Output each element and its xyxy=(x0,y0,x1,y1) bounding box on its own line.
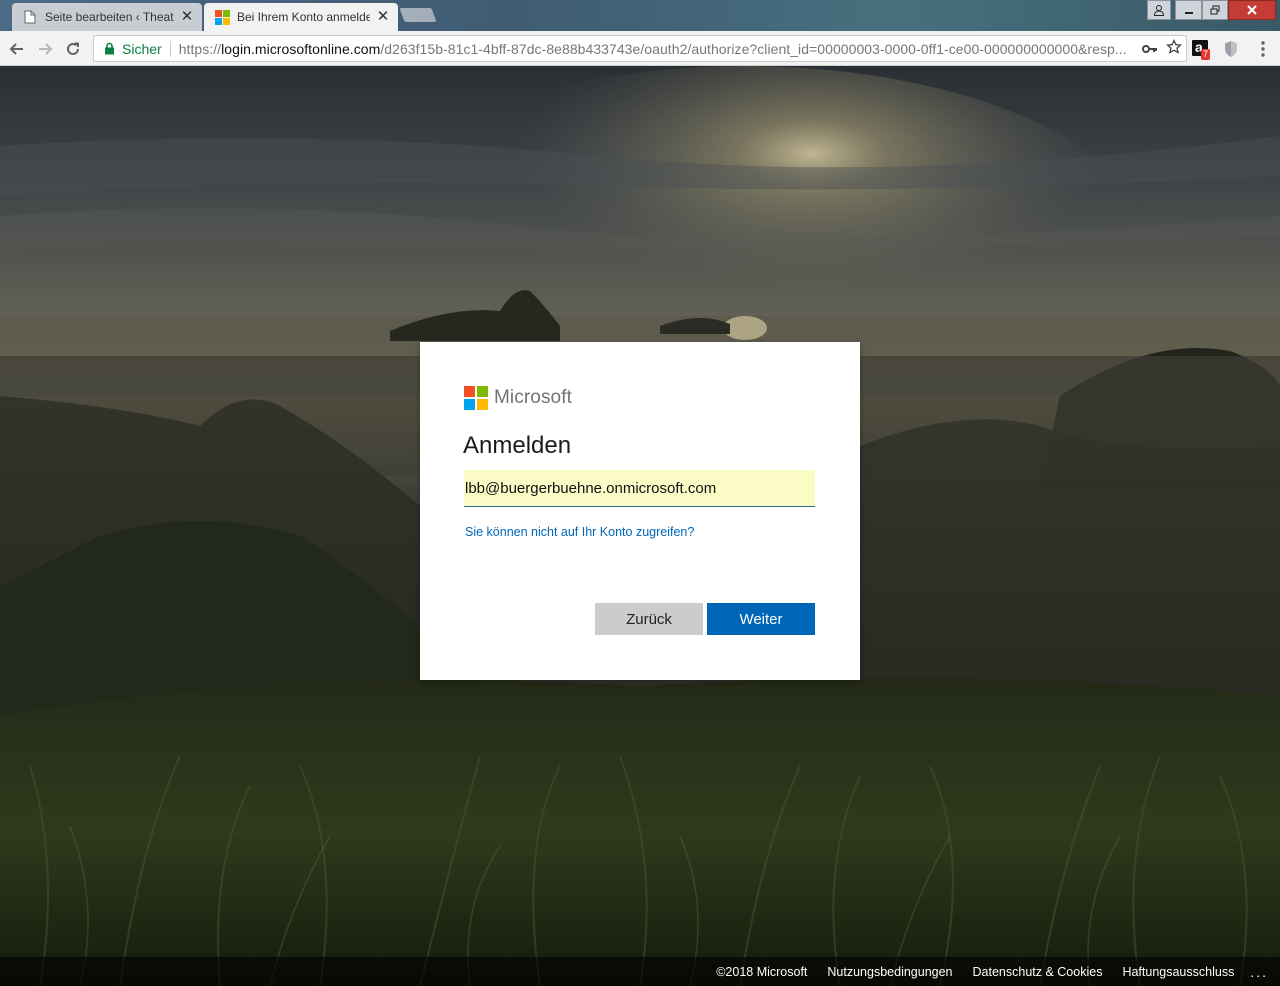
microsoft-logo-icon xyxy=(214,9,230,25)
brand-name: Microsoft xyxy=(494,387,572,408)
more-options-icon[interactable]: ... xyxy=(1250,964,1268,980)
tab-close-icon[interactable]: ✕ xyxy=(180,9,194,24)
url-path: /d263f15b-81c1-4bff-87dc-8e88b433743e/oa… xyxy=(380,40,1127,57)
copyright-text: ©2018 Microsoft xyxy=(716,964,808,979)
key-icon[interactable] xyxy=(1138,41,1162,57)
omnibox-divider xyxy=(169,40,171,57)
tab-sign-in[interactable]: Bei Ihrem Konto anmelden ✕ xyxy=(204,3,398,31)
tab-close-icon[interactable]: ✕ xyxy=(376,9,390,24)
secure-label[interactable]: Sicher xyxy=(122,41,162,57)
disclaimer-link[interactable]: Haftungsausschluss xyxy=(1122,965,1234,979)
sign-in-card: Microsoft Anmelden Sie können nicht auf … xyxy=(420,342,860,680)
restore-icon[interactable] xyxy=(1202,0,1228,20)
shield-icon[interactable] xyxy=(1223,40,1241,58)
lock-icon[interactable] xyxy=(100,42,118,55)
url-host: login.microsoftonline.com xyxy=(221,40,381,57)
document-icon xyxy=(22,9,38,25)
amazon-extension-icon[interactable]: a 7 xyxy=(1192,39,1211,60)
microsoft-grid-icon xyxy=(464,386,488,410)
address-bar[interactable]: Sicher https://login.microsoftonline.com… xyxy=(93,35,1187,62)
bookmark-star-icon[interactable] xyxy=(1162,38,1186,58)
back-arrow-icon[interactable] xyxy=(6,38,28,60)
tab-edit-page[interactable]: Seite bearbeiten ‹ Theater ✕ xyxy=(12,3,202,31)
terms-link[interactable]: Nutzungsbedingungen xyxy=(827,965,952,979)
url-scheme: https:// xyxy=(178,40,222,57)
window-close-icon[interactable] xyxy=(1228,0,1276,20)
next-button[interactable]: Weiter xyxy=(707,603,815,635)
forward-arrow-icon[interactable] xyxy=(34,38,56,60)
url-text[interactable]: https://login.microsoftonline.com/d263f1… xyxy=(179,41,1138,57)
profile-icon[interactable] xyxy=(1147,0,1171,20)
browser-tab-strip: Seite bearbeiten ‹ Theater ✕ Bei Ihrem K… xyxy=(0,0,1280,31)
email-field[interactable] xyxy=(464,470,815,507)
reload-icon[interactable] xyxy=(62,38,84,60)
privacy-link[interactable]: Datenschutz & Cookies xyxy=(973,965,1103,979)
page-title: Anmelden xyxy=(463,432,572,459)
browser-toolbar: Sicher https://login.microsoftonline.com… xyxy=(0,31,1280,66)
page-footer: ©2018 Microsoft Nutzungsbedingungen Date… xyxy=(0,957,1280,986)
page-content: Microsoft Anmelden Sie können nicht auf … xyxy=(0,66,1280,986)
tab-title: Bei Ihrem Konto anmelden xyxy=(237,10,370,24)
extension-badge: 7 xyxy=(1201,49,1211,60)
minimize-icon[interactable] xyxy=(1175,0,1202,20)
microsoft-logo: Microsoft xyxy=(464,386,572,410)
cant-access-account-link[interactable]: Sie können nicht auf Ihr Konto zugreifen… xyxy=(465,525,694,539)
tab-title: Seite bearbeiten ‹ Theater xyxy=(45,10,174,24)
menu-kebab-icon[interactable] xyxy=(1254,40,1272,58)
back-button[interactable]: Zurück xyxy=(595,603,703,635)
new-tab-button[interactable] xyxy=(399,8,437,22)
